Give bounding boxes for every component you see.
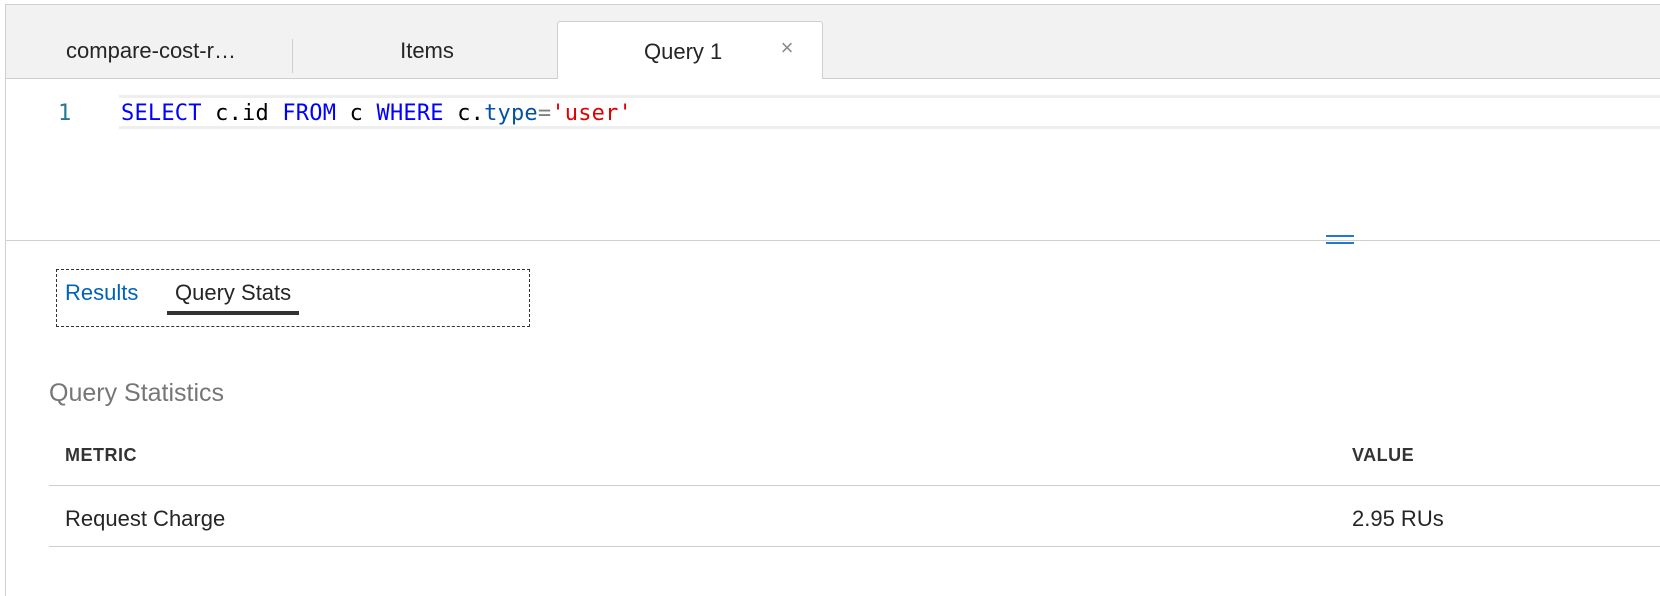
tab-label: compare-cost-r… (66, 37, 236, 63)
selected-tab-indicator (167, 311, 299, 315)
close-icon[interactable]: × (777, 37, 797, 59)
tab-divider (292, 39, 293, 73)
tab-query-1[interactable]: Query 1 × (557, 21, 823, 80)
row-metric: Request Charge (65, 506, 226, 531)
code-line[interactable]: SELECT c.id FROM c WHERE c.type='user' (121, 101, 632, 126)
row-value: 2.95 RUs (1352, 506, 1444, 531)
tab-strip: compare-cost-r… Items Query 1 × (6, 5, 1660, 80)
tab-compare-cost[interactable]: compare-cost-r… (6, 22, 296, 79)
tab-items[interactable]: Items (297, 22, 557, 79)
identifier-cid: c.id (215, 101, 269, 126)
query-stats-table: METRIC VALUE Request Charge 2.95 RUs (49, 433, 1660, 547)
query-editor-frame: compare-cost-r… Items Query 1 × 1 SELECT… (5, 4, 1660, 596)
keyword-where: WHERE (376, 101, 444, 126)
tab-label: Query 1 (644, 39, 723, 64)
table-header: METRIC VALUE (49, 433, 1660, 486)
keyword-select: SELECT (121, 101, 202, 126)
tab-query-stats[interactable]: Query Stats (175, 280, 291, 306)
tab-results[interactable]: Results (65, 280, 138, 306)
string-literal: 'user' (551, 101, 632, 126)
line-number: 1 (58, 101, 72, 126)
tab-label: Items (400, 37, 454, 63)
code-editor[interactable]: 1 SELECT c.id FROM c WHERE c.type='user' (6, 79, 1660, 241)
property-type: type (484, 101, 538, 126)
header-value[interactable]: VALUE (1352, 445, 1414, 466)
table-row[interactable]: Request Charge 2.95 RUs (49, 486, 1660, 547)
header-metric[interactable]: METRIC (65, 445, 137, 466)
operator-equals: = (537, 101, 552, 126)
keyword-from: FROM (282, 101, 337, 126)
identifier-c-dot: c. (457, 101, 485, 126)
identifier-c: c (349, 101, 364, 126)
results-tab-bar: Results Query Stats (56, 269, 530, 327)
splitter-handle-icon[interactable] (1326, 233, 1354, 247)
section-title: Query Statistics (49, 379, 225, 407)
